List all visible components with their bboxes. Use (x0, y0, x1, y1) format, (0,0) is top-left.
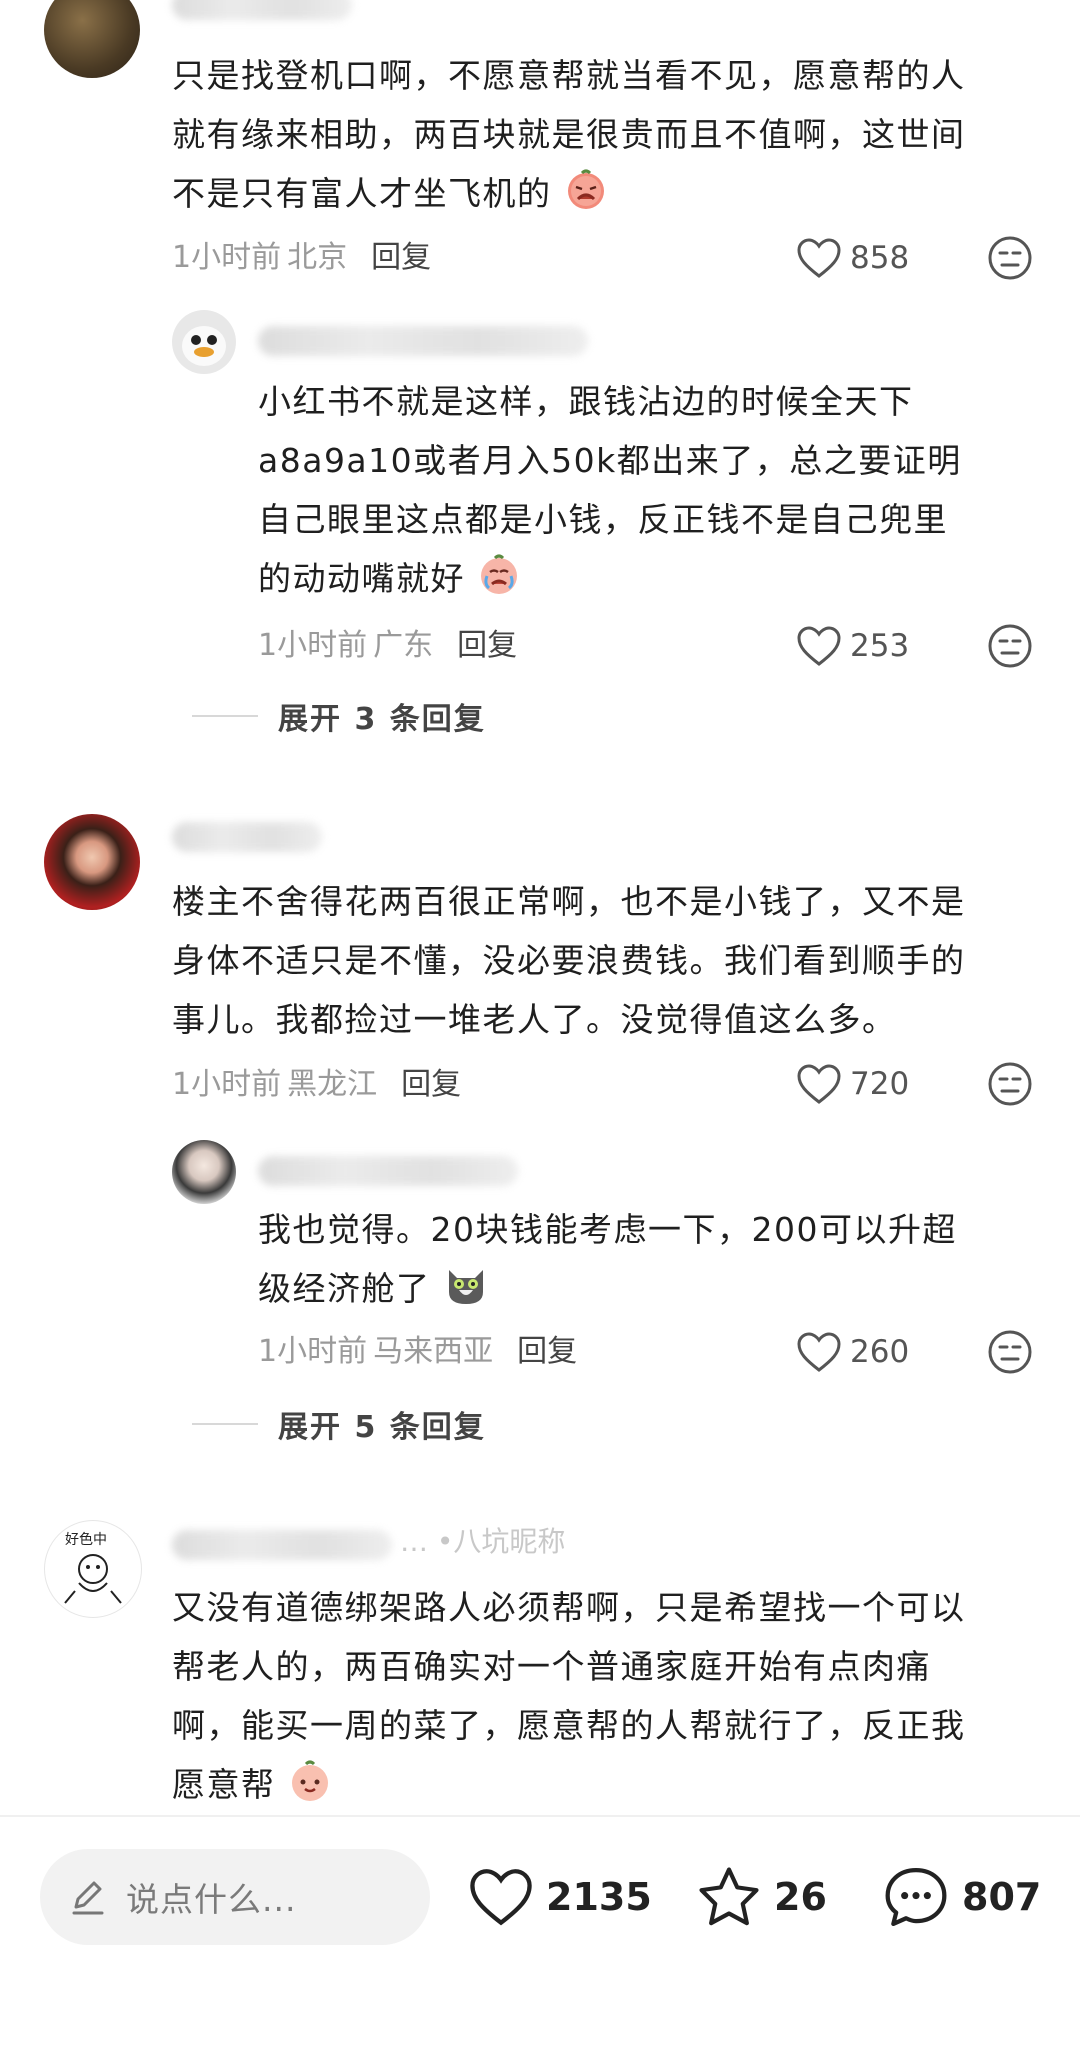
comment-text: 楼主不舍得花两百很正常啊，也不是小钱了，又不是 身体不适只是不懂，没必要浪费钱。… (172, 882, 966, 1039)
avatar[interactable]: 好色中 (44, 1520, 142, 1618)
like-button[interactable]: 253 (796, 622, 909, 670)
timestamp: 1小时前 (258, 628, 368, 663)
timestamp: 1小时前 (172, 1067, 282, 1102)
comment-count: 807 (962, 1875, 1042, 1919)
like-button[interactable]: 260 (796, 1328, 909, 1376)
expand-label: 展开 3 条回复 (278, 702, 486, 737)
location: 北京 (287, 240, 348, 275)
divider (192, 1423, 258, 1425)
like-button[interactable]: 858 (796, 234, 909, 282)
chat-icon (885, 1867, 947, 1927)
comments-button[interactable]: 807 (882, 1861, 1041, 1933)
heart-icon (797, 1332, 841, 1372)
crying-face-emoji (481, 554, 517, 594)
star-icon (699, 1867, 759, 1926)
cat-face-emoji (448, 1270, 483, 1304)
comment-meta: 1小时前 黑龙江 回复 (172, 1059, 461, 1103)
comment-meta: 1小时前 北京 回复 (172, 232, 431, 276)
heart-icon (470, 1869, 532, 1926)
dislike-icon[interactable] (986, 1328, 1034, 1376)
expand-replies-button[interactable]: 展开 5 条回复 (192, 1402, 486, 1446)
comment-text: 小红书不就是这样，跟钱沾边的时候全天下 a8a9a10或者月入50k都出来了，总… (258, 382, 962, 598)
avatar[interactable] (172, 1140, 236, 1204)
peach-face-emoji (291, 1760, 328, 1801)
comment-meta: 1小时前 广东 回复 (258, 620, 517, 664)
tired-face-emoji (567, 169, 604, 209)
username-blurred[interactable] (172, 0, 352, 20)
like-post-button[interactable]: 2135 (468, 1861, 652, 1933)
comment-text: 只是找登机口啊，不愿意帮就当看不见，愿意帮的人 就有缘来相助，两百块就是很贵而且… (172, 56, 966, 213)
username-visible-part: … •八坑昵称 (400, 1525, 566, 1558)
avatar[interactable] (44, 814, 140, 910)
avatar-caption: 好色中 (65, 1532, 107, 1548)
avatar[interactable] (172, 310, 236, 374)
location: 广东 (373, 628, 434, 663)
dislike-icon[interactable] (986, 234, 1034, 282)
location: 黑龙江 (287, 1067, 378, 1102)
username-blurred[interactable] (258, 326, 588, 356)
like-count: 260 (850, 1334, 910, 1370)
heart-icon (797, 238, 841, 278)
username-blurred[interactable] (172, 822, 322, 852)
input-placeholder: 说点什么... (126, 1880, 297, 1919)
like-count: 720 (850, 1066, 910, 1102)
like-count: 858 (850, 240, 910, 276)
duck-avatar-image (172, 310, 236, 374)
comment-text: 我也觉得。20块钱能考虑一下，200可以升超 级经济舱了 (258, 1210, 957, 1308)
avatar[interactable] (44, 0, 140, 78)
location: 马来西亚 (373, 1334, 494, 1369)
divider (192, 715, 258, 717)
heart-icon (797, 626, 841, 666)
like-count: 2135 (546, 1875, 652, 1919)
heart-icon (797, 1064, 841, 1104)
expand-label: 展开 5 条回复 (278, 1410, 486, 1445)
like-count: 253 (850, 628, 910, 664)
username-blurred[interactable] (172, 1530, 392, 1560)
dislike-icon[interactable] (986, 622, 1034, 670)
reply-button[interactable]: 回复 (401, 1059, 461, 1103)
dislike-icon[interactable] (986, 1060, 1034, 1108)
reply-button[interactable]: 回复 (457, 620, 517, 664)
comment-input[interactable]: 说点什么... (40, 1849, 430, 1945)
expand-replies-button[interactable]: 展开 3 条回复 (192, 694, 486, 738)
reply-button[interactable]: 回复 (371, 232, 431, 276)
like-button[interactable]: 720 (796, 1060, 909, 1108)
timestamp: 1小时前 (258, 1334, 368, 1369)
comment-meta: 1小时前 马来西亚 回复 (258, 1326, 577, 1370)
timestamp: 1小时前 (172, 240, 282, 275)
bottom-action-bar: 说点什么... 2135 26 807 (0, 1815, 1080, 2063)
pencil-icon (72, 1881, 104, 1915)
favorite-count: 26 (774, 1875, 827, 1919)
favorite-button[interactable]: 26 (696, 1861, 827, 1933)
comment-text: 又没有道德绑架路人必须帮啊，只是希望找一个可以 帮老人的，两百确实对一个普通家庭… (172, 1588, 966, 1804)
reply-button[interactable]: 回复 (517, 1326, 577, 1370)
username-blurred[interactable] (258, 1156, 518, 1186)
